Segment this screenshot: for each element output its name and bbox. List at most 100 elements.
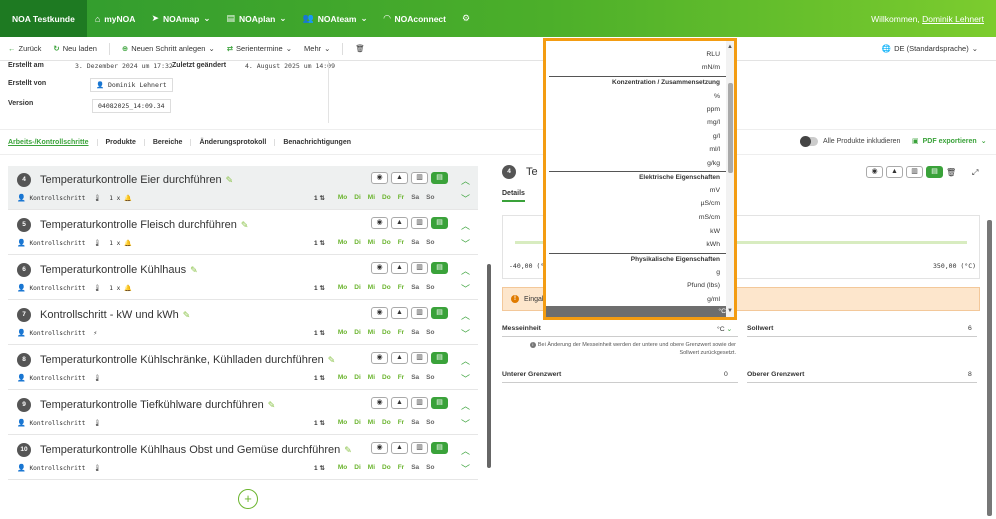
tab-areas[interactable]: Bereiche (145, 138, 192, 146)
warning-icon[interactable]: ▲ (391, 442, 408, 454)
expand-icon[interactable]: ⤢ (972, 168, 978, 178)
dropdown-option[interactable]: g/ml (707, 296, 720, 303)
dropdown-option[interactable]: RLU (706, 51, 720, 58)
tab-details[interactable]: Details (502, 190, 525, 202)
dropdown-option[interactable]: g/kg (707, 160, 720, 167)
created-by-pill[interactable]: 👤 Dominik Lehnert (90, 78, 173, 92)
unit-select[interactable]: °C ⌄ (717, 325, 732, 333)
chevron-up-icon[interactable]: ︿ (461, 354, 470, 367)
step-row[interactable]: 9 Temperaturkontrolle Tiefkühlware durch… (8, 391, 478, 435)
clipboard-icon[interactable]: ▥ (906, 166, 923, 178)
document-icon[interactable]: ▤ (431, 352, 448, 364)
pencil-icon[interactable]: ✎ (183, 310, 191, 320)
chevron-up-icon[interactable]: ︿ (461, 264, 470, 277)
chevron-down-icon[interactable]: ﹀ (461, 372, 470, 385)
warning-icon[interactable]: ▲ (391, 352, 408, 364)
chevron-down-icon[interactable]: ﹀ (461, 327, 470, 340)
unit-dropdown[interactable]: RLU mN/m Konzentration / Zusammensetzung… (543, 38, 737, 320)
warning-icon[interactable]: ▲ (391, 307, 408, 319)
dropdown-option[interactable]: mV (710, 187, 720, 194)
clipboard-icon[interactable]: ▥ (411, 442, 428, 454)
dropdown-option[interactable]: ml/l (709, 146, 720, 153)
pdf-export-button[interactable]: ▣ PDF exportieren ⌄ (912, 137, 987, 146)
clipboard-icon[interactable]: ▥ (411, 307, 428, 319)
chevron-down-icon[interactable]: ﹀ (461, 192, 470, 205)
pencil-icon[interactable]: ✎ (190, 265, 198, 275)
document-icon[interactable]: ▤ (431, 442, 448, 454)
clipboard-icon[interactable]: ▥ (411, 352, 428, 364)
camera-icon[interactable]: ◉ (371, 172, 388, 184)
dropdown-option[interactable]: g (716, 269, 720, 276)
delete-button[interactable]: 🗑 (355, 44, 365, 53)
clipboard-icon[interactable]: ▥ (411, 217, 428, 229)
tab-steps[interactable]: Arbeits-/Kontrollschritte (8, 138, 98, 146)
chevron-down-icon[interactable]: ﹀ (461, 237, 470, 250)
document-icon[interactable]: ▤ (431, 307, 448, 319)
pencil-icon[interactable]: ✎ (344, 445, 352, 455)
document-icon[interactable]: ▤ (431, 217, 448, 229)
camera-icon[interactable]: ◉ (371, 352, 388, 364)
scroll-thumb[interactable] (728, 83, 733, 173)
document-icon[interactable]: ▤ (431, 172, 448, 184)
more-button[interactable]: Mehr ⌄ (304, 44, 330, 53)
scroll-up-icon[interactable]: ▲ (727, 44, 733, 50)
dropdown-scrollbar[interactable]: ▲ ▼ (726, 41, 734, 317)
dropdown-option[interactable]: kW (710, 228, 720, 235)
camera-icon[interactable]: ◉ (371, 217, 388, 229)
document-icon[interactable]: ▤ (431, 397, 448, 409)
list-scrollbar[interactable] (487, 264, 491, 468)
step-row[interactable]: 7 Kontrollschritt - kW und kWh ✎ 👤 Kontro… (8, 301, 478, 345)
dropdown-option[interactable]: mS/cm (699, 214, 720, 221)
chevron-up-icon[interactable]: ︿ (461, 444, 470, 457)
new-step-button[interactable]: ⊕ Neuen Schritt anlegen ⌄ (122, 44, 215, 53)
nav-noateam[interactable]: 👥 NOAteam ⌄ (295, 13, 376, 24)
warning-icon[interactable]: ▲ (391, 397, 408, 409)
trash-icon[interactable]: 🗑 (946, 168, 956, 177)
dropdown-option[interactable]: % (714, 93, 720, 100)
step-row[interactable]: 4 Temperaturkontrolle Eier durchführen ✎ … (8, 166, 478, 210)
brand-name[interactable]: NOA Testkunde (0, 0, 87, 37)
nav-mynoa[interactable]: ⌂ myNOA (87, 14, 144, 24)
step-row[interactable]: 6 Temperaturkontrolle Kühlhaus ✎ 👤 Kontro… (8, 256, 478, 300)
detail-scrollbar[interactable] (987, 220, 992, 516)
toggle-switch[interactable] (800, 136, 818, 147)
series-button[interactable]: ⇄ Serientermine ⌄ (227, 44, 292, 53)
nav-noaplan[interactable]: ▤ NOAplan ⌄ (218, 13, 294, 24)
tab-changelog[interactable]: Änderungsprotokoll (191, 138, 276, 146)
chevron-down-icon[interactable]: ﹀ (461, 282, 470, 295)
tab-products[interactable]: Produkte (98, 138, 145, 146)
chevron-up-icon[interactable]: ︿ (461, 219, 470, 232)
back-button[interactable]: ← Zurück (8, 44, 41, 53)
include-products-toggle[interactable]: Alle Produkte inkludieren (800, 136, 900, 147)
dropdown-option[interactable]: g/l (713, 133, 720, 140)
chevron-down-icon[interactable]: ﹀ (461, 417, 470, 430)
clipboard-icon[interactable]: ▥ (411, 172, 428, 184)
warning-icon[interactable]: ▲ (886, 166, 903, 178)
settings-button[interactable]: ⚙ (454, 13, 478, 24)
camera-icon[interactable]: ◉ (371, 442, 388, 454)
language-selector[interactable]: 🌐 DE (Standardsprache) ⌄ (882, 44, 978, 53)
lower-limit-input[interactable]: 0 (724, 371, 728, 378)
chevron-up-icon[interactable]: ︿ (461, 174, 470, 187)
camera-icon[interactable]: ◉ (371, 307, 388, 319)
chevron-up-icon[interactable]: ︿ (461, 309, 470, 322)
step-row[interactable]: 10 Temperaturkontrolle Kühlhaus Obst und… (8, 436, 478, 480)
clipboard-icon[interactable]: ▥ (411, 262, 428, 274)
warning-icon[interactable]: ▲ (391, 217, 408, 229)
tab-notifications[interactable]: Benachrichtigungen (275, 139, 359, 146)
camera-icon[interactable]: ◉ (371, 262, 388, 274)
camera-icon[interactable]: ◉ (371, 397, 388, 409)
upper-limit-input[interactable]: 8 (968, 371, 972, 378)
pencil-icon[interactable]: ✎ (241, 220, 249, 230)
dropdown-option[interactable]: mg/l (707, 119, 720, 126)
camera-icon[interactable]: ◉ (866, 166, 883, 178)
pencil-icon[interactable]: ✎ (268, 400, 276, 410)
warning-icon[interactable]: ▲ (391, 262, 408, 274)
nav-noamap[interactable]: ➤ NOAmap ⌄ (143, 13, 218, 24)
pencil-icon[interactable]: ✎ (328, 355, 336, 365)
dropdown-selected-option[interactable]: °C (546, 306, 734, 317)
scroll-down-icon[interactable]: ▼ (727, 308, 733, 314)
clipboard-icon[interactable]: ▥ (411, 397, 428, 409)
add-step-button[interactable]: + (238, 489, 258, 509)
user-profile-link[interactable]: Dominik Lehnert (922, 14, 984, 24)
